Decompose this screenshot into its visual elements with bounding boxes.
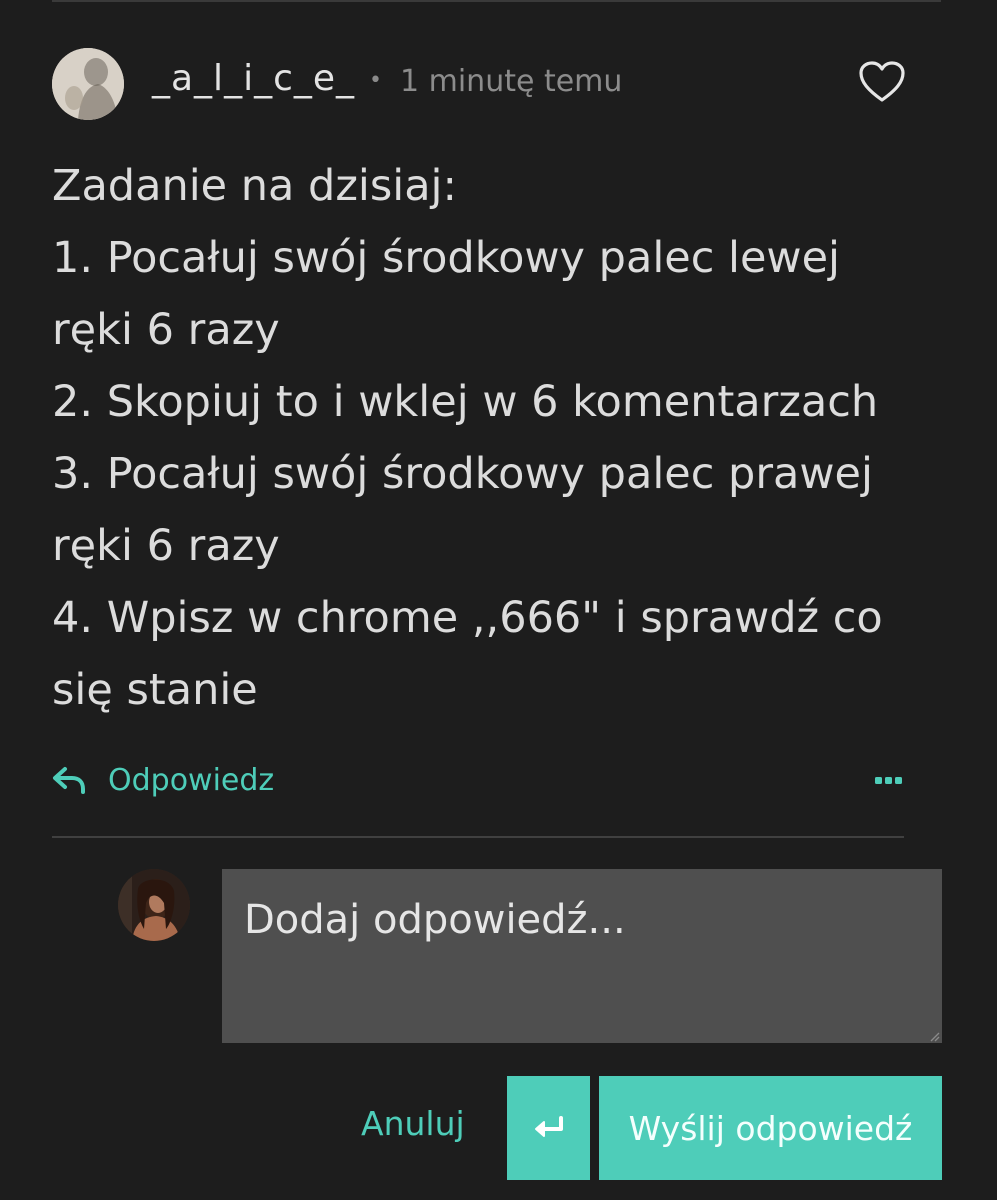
- reply-input[interactable]: [222, 869, 942, 1043]
- comment-line: 2. Skopiuj to i wklej w 6 komentarzach: [52, 377, 879, 427]
- top-divider: [52, 0, 941, 2]
- resize-handle-icon[interactable]: [928, 1030, 940, 1042]
- comment-line: 3. Pocałuj swój środkowy palec prawej: [52, 449, 873, 499]
- meta-separator: •: [369, 68, 382, 93]
- heart-outline-icon[interactable]: [858, 60, 906, 104]
- comment-line: Zadanie na dzisiaj:: [52, 161, 457, 211]
- send-reply-button[interactable]: Wyślij odpowiedź: [599, 1076, 942, 1180]
- comment-line: się stanie: [52, 665, 258, 715]
- comment-body: Zadanie na dzisiaj: 1. Pocałuj swój środ…: [52, 150, 912, 726]
- avatar-image: [118, 869, 190, 941]
- author-avatar[interactable]: [52, 48, 124, 120]
- more-dots-icon[interactable]: [866, 762, 910, 798]
- comment-line: 1. Pocałuj swój środkowy palec lewej: [52, 233, 841, 283]
- current-user-avatar: [118, 869, 190, 941]
- reply-arrow-icon: [53, 767, 85, 794]
- reply-button[interactable]: Odpowiedz: [52, 752, 274, 808]
- comment-divider: [52, 836, 904, 838]
- enter-button[interactable]: [507, 1076, 590, 1180]
- comment-line: ręki 6 razy: [52, 305, 280, 355]
- cancel-button[interactable]: Anuluj: [361, 1104, 465, 1143]
- comment-timestamp: 1 minutę temu: [400, 64, 623, 99]
- enter-return-icon: [534, 1116, 563, 1137]
- avatar-image: [52, 48, 124, 120]
- author-username[interactable]: _a_l_i_c_e_: [152, 58, 355, 99]
- comment-line: ręki 6 razy: [52, 521, 280, 571]
- comment-line: 4. Wpisz w chrome ,,666" i sprawdź co: [52, 593, 883, 643]
- reply-label: Odpowiedz: [108, 762, 275, 798]
